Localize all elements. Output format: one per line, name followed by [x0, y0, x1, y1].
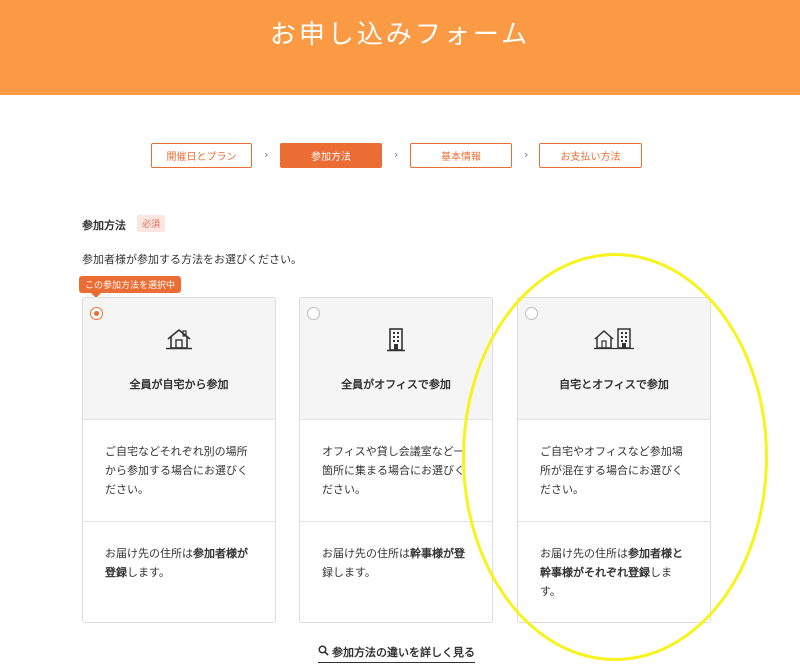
section-description: 参加者様が参加する方法をお選びください。 [82, 253, 302, 266]
house-and-building-icon [518, 328, 710, 350]
option-card-office[interactable]: 全員がオフィスで参加 オフィスや貸し会議室など一箇所に集まる場合にお選びください… [299, 297, 493, 623]
card-note: お届け先の住所は参加者様が登録します。 [105, 547, 248, 579]
card-description: ご自宅やオフィスなど参加場所が混在する場合にお選びください。 [518, 420, 710, 522]
page-title: お申し込みフォーム [269, 20, 531, 50]
radio-home[interactable] [90, 307, 103, 320]
radio-mixed[interactable] [525, 307, 538, 320]
step-date-plan[interactable]: 開催日とプラン [151, 143, 252, 168]
selected-badge: この参加方法を選択中 [79, 276, 182, 298]
card-title: 自宅とオフィスで参加 [559, 378, 669, 391]
house-icon [83, 328, 275, 350]
step-basic-info[interactable]: 基本情報 [410, 143, 512, 168]
card-description: オフィスや貸し会議室など一箇所に集まる場合にお選びください。 [300, 420, 492, 522]
card-header: 全員がオフィスで参加 [300, 298, 492, 420]
details-link[interactable]: 参加方法の違いを詳しく見る [318, 644, 475, 663]
page-header: お申し込みフォーム [0, 0, 800, 95]
required-badge: 必須 [137, 215, 166, 232]
radio-office[interactable] [307, 307, 320, 320]
chevron-right-icon: › [264, 148, 269, 161]
section-title: 参加方法 [82, 219, 126, 232]
search-icon [318, 645, 329, 659]
card-title: 全員がオフィスで参加 [341, 378, 451, 391]
option-card-home[interactable]: 全員が自宅から参加 ご自宅などそれぞれ別の場所から参加する場合にお選びください。… [82, 297, 276, 623]
office-building-icon [300, 328, 492, 352]
step-payment-method[interactable]: お支払い方法 [539, 143, 642, 168]
card-note: お届け先の住所は参加者様と幹事様がそれぞれ登録します。 [540, 547, 683, 598]
option-card-mixed[interactable]: 自宅とオフィスで参加 ご自宅やオフィスなど参加場所が混在する場合にお選びください… [517, 297, 711, 623]
card-header: 全員が自宅から参加 [83, 298, 275, 420]
card-note: お届け先の住所は幹事様が登録します。 [322, 547, 465, 579]
chevron-right-icon: › [394, 148, 399, 161]
card-description: ご自宅などそれぞれ別の場所から参加する場合にお選びください。 [83, 420, 275, 522]
chevron-right-icon: › [524, 148, 529, 161]
details-link-label: 参加方法の違いを詳しく見る [332, 646, 475, 659]
card-title: 全員が自宅から参加 [129, 378, 229, 391]
step-participation-method[interactable]: 参加方法 [280, 143, 382, 168]
card-header: 自宅とオフィスで参加 [518, 298, 710, 420]
